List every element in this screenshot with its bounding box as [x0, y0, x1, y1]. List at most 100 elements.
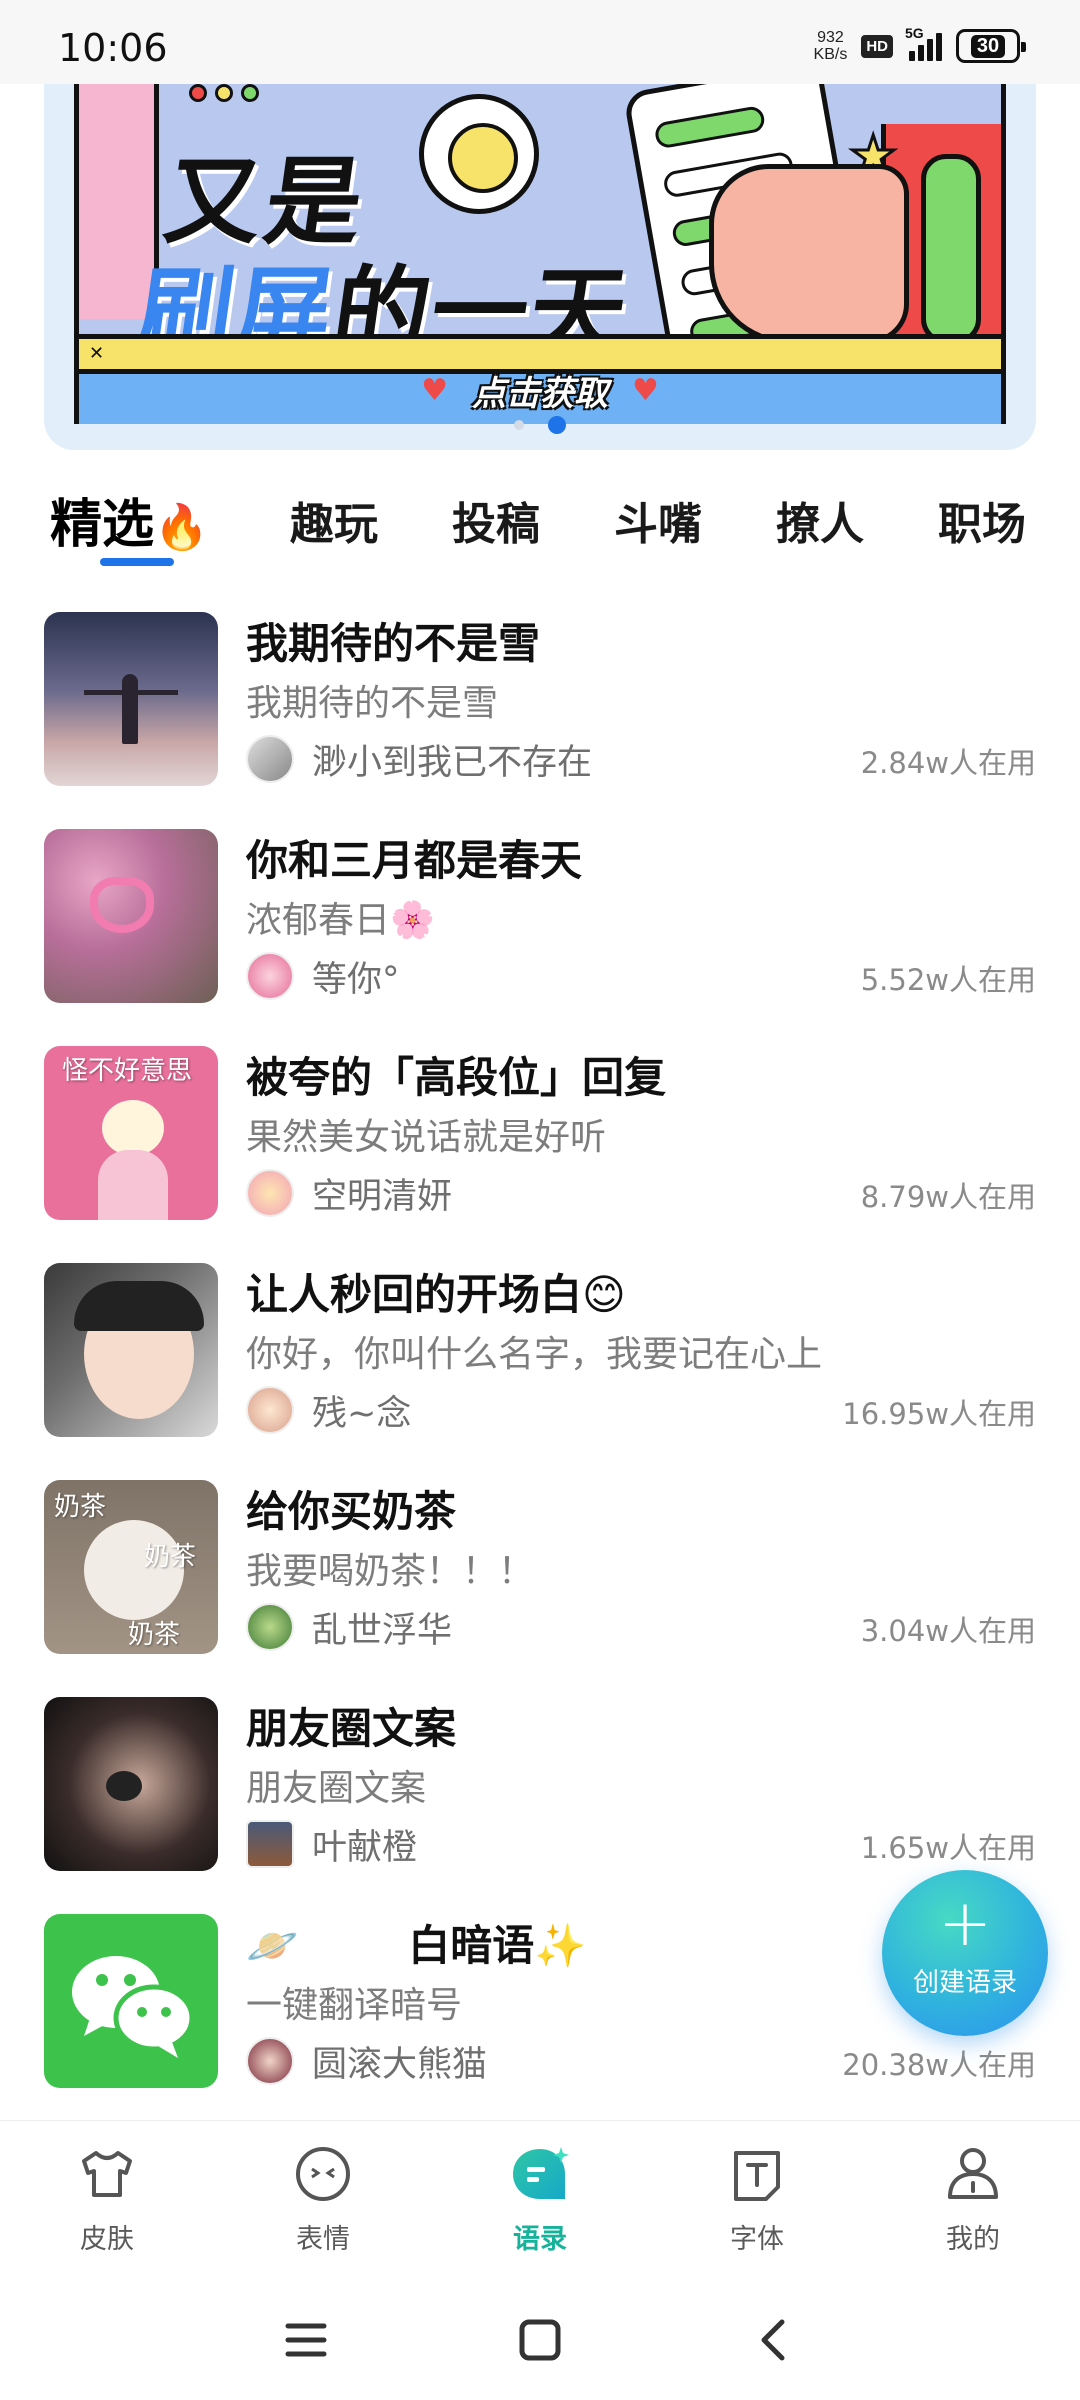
banner-close-button[interactable]: ✕: [89, 343, 104, 364]
category-tabs: 精选🔥 趣玩 投稿 斗嘴 撩人 职场: [0, 474, 1080, 574]
heart-icon: ♥: [632, 373, 659, 408]
status-time: 10:06: [58, 26, 168, 70]
banner-cta[interactable]: ♥ 点击获取 ♥: [79, 366, 1001, 415]
list-item[interactable]: 你和三月都是春天 浓郁春日🌸 等你° 5.52w人在用: [0, 827, 1080, 1044]
item-author: 空明清妍: [312, 1177, 453, 1217]
nav-item-profile[interactable]: 我的: [898, 2141, 1048, 2256]
person-icon: [948, 2148, 998, 2199]
nav-item-skin[interactable]: 皮肤: [32, 2141, 182, 2256]
pager-dot: [514, 420, 524, 430]
nav-item-emoji[interactable]: 表情: [248, 2141, 398, 2256]
smiley-sun-icon: [419, 94, 539, 214]
battery-level: 30: [970, 34, 1006, 58]
signal-icon: 5G: [905, 25, 942, 61]
item-usage-count: 5.52w人在用: [860, 963, 1036, 997]
network-type: 5G: [905, 25, 924, 41]
item-author: 等你°: [312, 960, 400, 1000]
item-usage-count: 1.65w人在用: [860, 1831, 1036, 1865]
font-icon: [734, 2151, 780, 2201]
system-navigation-bar: [0, 2280, 1080, 2400]
author-avatar: [246, 1169, 294, 1217]
nav-label: 我的: [946, 2224, 1000, 2255]
tshirt-icon: [82, 2151, 132, 2197]
banner-cta-label: 点击获取: [472, 374, 608, 414]
author-avatar: [246, 1820, 294, 1868]
item-subtitle: 我要喝奶茶！！！: [246, 1551, 535, 1592]
thumbnail-caption: 奶茶: [144, 1542, 197, 1572]
item-title: 朋友圈文案: [246, 1704, 457, 1753]
item-thumbnail: 奶茶 奶茶 奶茶: [44, 1480, 218, 1654]
fire-icon: 🔥: [154, 502, 209, 553]
heart-icon: ♥: [421, 373, 448, 408]
wechat-icon: [72, 1956, 195, 2058]
item-thumbnail: [44, 829, 218, 1003]
wechat-thumbnail: [44, 1914, 218, 2088]
item-thumbnail: [44, 1697, 218, 1871]
tab-workplace[interactable]: 职场: [938, 488, 1026, 552]
create-quote-label: 创建语录: [912, 1968, 1017, 1998]
item-subtitle: 你好，你叫什么名字，我要记在心上: [246, 1334, 823, 1375]
active-tab-indicator: [100, 558, 174, 566]
item-usage-count: 2.84w人在用: [860, 746, 1036, 780]
author-avatar: [246, 735, 294, 783]
nav-label: 表情: [296, 2224, 350, 2255]
tab-banter[interactable]: 斗嘴: [614, 488, 702, 552]
list-item[interactable]: 朋友圈文案 朋友圈文案 叶献橙 1.65w人在用: [0, 1695, 1080, 1912]
pager-dot-active: [548, 416, 566, 434]
item-title: 我期待的不是雪: [246, 619, 541, 668]
item-author: 叶献橙: [312, 1828, 418, 1868]
tab-submit[interactable]: 投稿: [452, 488, 540, 552]
item-thumbnail: 怪不好意思: [44, 1046, 218, 1220]
nav-item-fonts[interactable]: 字体: [682, 2141, 832, 2256]
home-square-icon[interactable]: [510, 2310, 570, 2370]
author-avatar: [246, 2037, 294, 2085]
item-subtitle: 我期待的不是雪: [246, 683, 499, 724]
create-quote-button[interactable]: + 创建语录: [882, 1870, 1048, 2036]
bottom-navigation: 皮肤 表情 语录 字体 我的: [0, 2120, 1080, 2280]
list-item[interactable]: 奶茶 奶茶 奶茶 给你买奶茶 我要喝奶茶！！！ 乱世浮华 3.04w人在用: [0, 1478, 1080, 1695]
plus-icon: +: [938, 1887, 992, 1961]
item-author: 乱世浮华: [312, 1611, 453, 1651]
banner-artwork: ★ 又是 刷屏的一天 ✕ ♥ 点击获取 ♥: [74, 84, 1006, 424]
list-item[interactable]: 我期待的不是雪 我期待的不是雪 渺小到我已不存在 2.84w人在用: [0, 610, 1080, 827]
promo-banner[interactable]: ★ 又是 刷屏的一天 ✕ ♥ 点击获取 ♥: [44, 84, 1036, 450]
window-dots-icon: [189, 84, 259, 102]
tab-flirt[interactable]: 撩人: [776, 488, 864, 552]
battery-icon: 30: [956, 29, 1026, 63]
nav-label: 语录: [513, 2224, 567, 2255]
quote-bubble-icon: [513, 2147, 569, 2199]
item-author: 渺小到我已不存在: [312, 743, 593, 783]
network-speed-unit: KB/s: [813, 46, 848, 63]
nav-item-quotes[interactable]: 语录: [465, 2141, 615, 2256]
thumbnail-caption: 奶茶: [54, 1492, 107, 1522]
item-subtitle: 果然美女说话就是好听: [246, 1117, 607, 1158]
list-item[interactable]: 怪不好意思 被夸的「高段位」回复 果然美女说话就是好听 空明清妍 8.79w人在…: [0, 1044, 1080, 1261]
thumbnail-caption: 奶茶: [128, 1620, 181, 1650]
tab-fun[interactable]: 趣玩: [290, 488, 378, 552]
thumbnail-caption: 怪不好意思: [62, 1056, 193, 1086]
author-avatar: [246, 1386, 294, 1434]
item-subtitle: 浓郁春日🌸: [246, 900, 435, 941]
item-title: 你和三月都是春天: [246, 836, 583, 885]
tab-featured[interactable]: 精选🔥: [50, 482, 209, 557]
item-subtitle: 一键翻译暗号: [246, 1985, 463, 2026]
back-icon[interactable]: [744, 2310, 804, 2370]
banner-pager: [44, 416, 1036, 434]
hd-badge: HD: [861, 34, 893, 58]
item-thumbnail: [44, 612, 218, 786]
face-icon: [296, 2147, 350, 2201]
item-title: 被夸的「高段位」回复: [246, 1053, 667, 1102]
item-usage-count: 3.04w人在用: [860, 1614, 1036, 1648]
menu-icon[interactable]: [276, 2310, 336, 2370]
item-title: 给你买奶茶: [246, 1487, 457, 1536]
item-usage-count: 20.38w人在用: [842, 2048, 1036, 2082]
status-indicators: 932 KB/s HD 5G 30: [813, 25, 1026, 66]
hand-illustration: [709, 164, 909, 344]
list-item[interactable]: 让人秒回的开场白😊 你好，你叫什么名字，我要记在心上 残~念 16.95w人在用: [0, 1261, 1080, 1478]
item-title: 让人秒回的开场白😊: [246, 1270, 626, 1319]
network-speed-value: 932: [817, 29, 844, 46]
item-usage-count: 16.95w人在用: [842, 1397, 1036, 1431]
item-usage-count: 8.79w人在用: [860, 1180, 1036, 1214]
item-subtitle: 朋友圈文案: [246, 1768, 427, 1809]
nav-label: 字体: [730, 2224, 784, 2255]
